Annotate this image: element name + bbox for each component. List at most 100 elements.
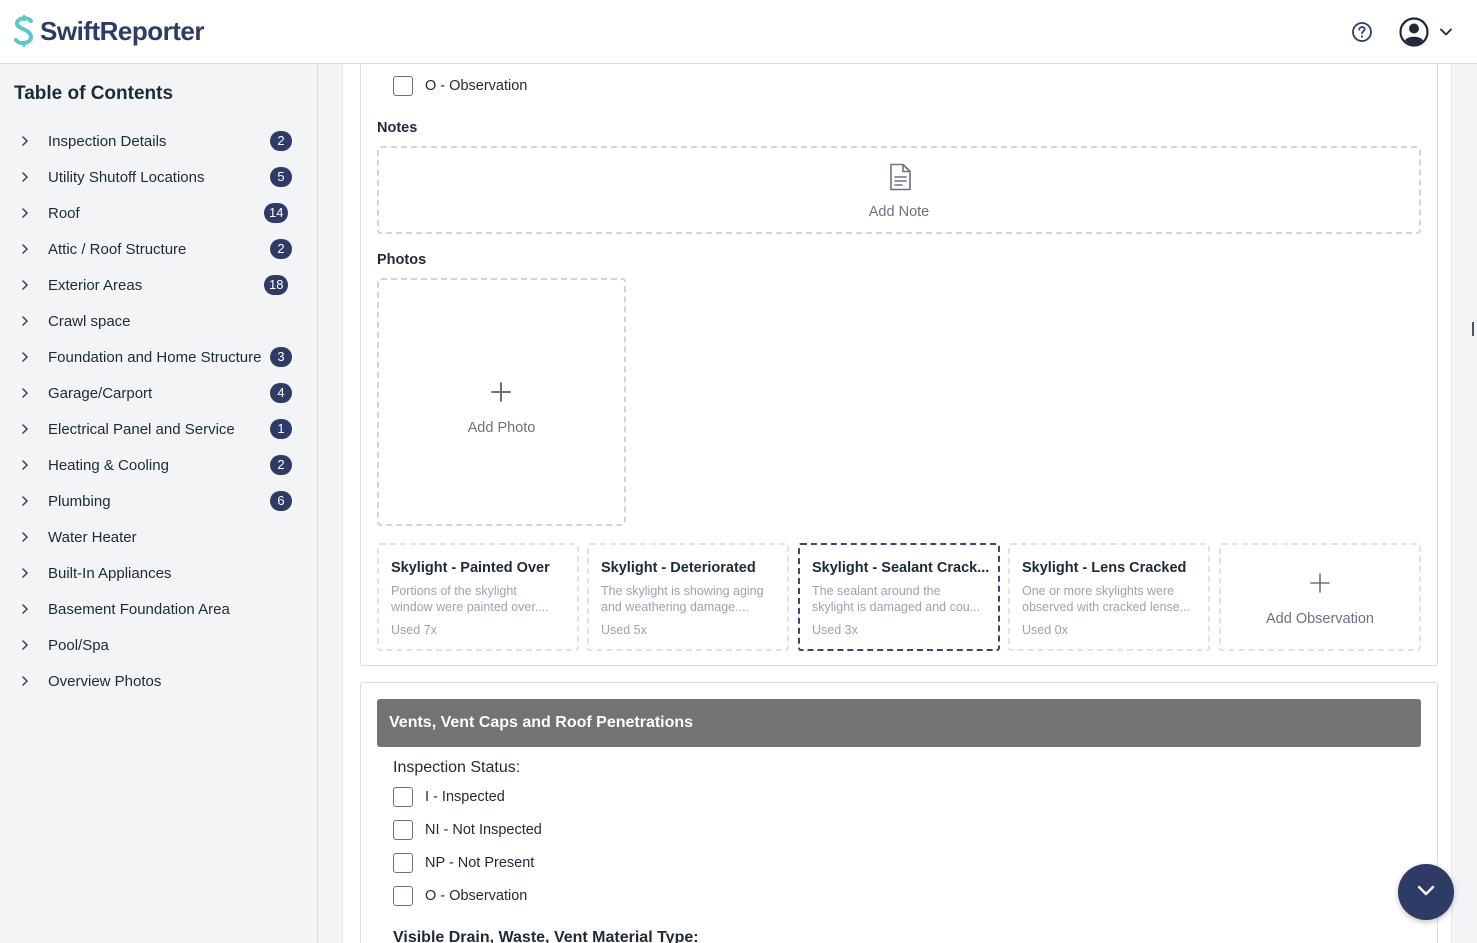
toc-item-label: Electrical Panel and Service: [48, 421, 235, 438]
count-badge: 14: [264, 203, 289, 223]
observation-card[interactable]: Skylight - Lens Cracked One or more skyl…: [1008, 543, 1210, 651]
chevron-right-icon: [22, 244, 29, 254]
toc-item-electrical-panel[interactable]: Electrical Panel and Service 1: [0, 411, 318, 447]
description-line: observed with cracked lense...: [1022, 600, 1191, 614]
chevron-right-icon: [22, 280, 29, 290]
chevron-right-icon: [22, 136, 29, 146]
toc-title: Table of Contents: [14, 83, 174, 104]
observation-card[interactable]: Skylight - Painted Over Portions of the …: [377, 543, 579, 651]
checkbox-label: NI - Not Inspected: [425, 822, 542, 838]
content-column: O - Observation Notes Add Note Photos Ad…: [342, 64, 1452, 943]
status-option-observation: O - Observation: [393, 886, 527, 906]
observation-description: The skylight is showing aging and weathe…: [601, 583, 781, 615]
observation-title: Skylight - Painted Over: [391, 560, 550, 576]
plus-icon: [1310, 573, 1330, 593]
section-header[interactable]: Vents, Vent Caps and Roof Penetrations: [377, 699, 1421, 747]
count-badge: 6: [270, 491, 292, 511]
toc-item-roof[interactable]: Roof 14: [0, 195, 318, 231]
toc-item-label: Attic / Roof Structure: [48, 241, 187, 258]
observation-card[interactable]: Skylight - Sealant Crack... The sealant …: [798, 543, 1000, 651]
observation-checkbox[interactable]: [393, 76, 413, 96]
toc-item-heating-cooling[interactable]: Heating & Cooling 2: [0, 447, 318, 483]
count-badge: 1: [270, 419, 292, 439]
toc-item-label: Overview Photos: [48, 673, 162, 690]
chevron-right-icon: [22, 496, 29, 506]
toc-item-attic-roof-structure[interactable]: Attic / Roof Structure 2: [0, 231, 318, 267]
toc-item-garage-carport[interactable]: Garage/Carport 4: [0, 375, 318, 411]
add-observation-button[interactable]: Add Observation: [1219, 543, 1421, 651]
chevron-right-icon: [22, 424, 29, 434]
count-badge: 2: [270, 131, 292, 151]
toc-item-label: Utility Shutoff Locations: [48, 169, 205, 186]
chevron-right-icon: [22, 568, 29, 578]
count-badge: 2: [270, 455, 292, 475]
chevron-right-icon: [22, 388, 29, 398]
toc-item-inspection-details[interactable]: Inspection Details 2: [0, 123, 318, 159]
toc-item-exterior-areas[interactable]: Exterior Areas 18: [0, 267, 318, 303]
toc-item-plumbing[interactable]: Plumbing 6: [0, 483, 318, 519]
scroll-down-button[interactable]: [1398, 864, 1454, 920]
checkbox-label: I - Inspected: [425, 789, 505, 805]
observation-description: One or more skylights were observed with…: [1022, 583, 1202, 615]
observation-title: Skylight - Sealant Crack...: [812, 560, 990, 576]
add-observation-label: Add Observation: [1265, 611, 1374, 627]
status-option-observation: O - Observation: [393, 76, 527, 96]
description-line: The skylight is showing aging: [601, 584, 764, 598]
photos-label: Photos: [377, 252, 427, 268]
observation-description: Portions of the skylight window were pai…: [391, 583, 571, 615]
toc-item-label: Foundation and Home Structure: [48, 349, 262, 366]
checkbox-label: NP - Not Present: [425, 855, 535, 871]
description-line: window were painted over....: [391, 600, 549, 614]
toc-item-label: Inspection Details: [48, 133, 167, 150]
toc-item-label: Water Heater: [48, 529, 137, 546]
toc-item-crawl-space[interactable]: Crawl space: [0, 303, 318, 339]
vents-section-card: Vents, Vent Caps and Roof Penetrations I…: [360, 682, 1438, 943]
status-option-not-present: NP - Not Present: [393, 853, 534, 873]
not-inspected-checkbox[interactable]: [393, 820, 413, 840]
description-line: Portions of the skylight: [391, 584, 517, 598]
toc-list: Inspection Details 2 Utility Shutoff Loc…: [0, 123, 318, 699]
count-badge: 5: [270, 167, 292, 187]
inspected-checkbox[interactable]: [393, 787, 413, 807]
toc-item-overview-photos[interactable]: Overview Photos: [0, 663, 318, 699]
add-note-label: Add Note: [868, 204, 930, 220]
chevron-down-icon: [1440, 28, 1452, 36]
logo[interactable]: SwiftReporter: [12, 14, 204, 48]
observation-title: Skylight - Lens Cracked: [1022, 560, 1187, 576]
toc-item-label: Crawl space: [48, 313, 131, 330]
inspection-status-label: Inspection Status:: [393, 759, 521, 776]
toc-item-label: Heating & Cooling: [48, 457, 169, 474]
toc-item-label: Basement Foundation Area: [48, 601, 230, 618]
checkbox-label: O - Observation: [425, 888, 528, 904]
toc-item-water-heater[interactable]: Water Heater: [0, 519, 318, 555]
observation-title: Skylight - Deteriorated: [601, 560, 756, 576]
checkbox-label: O - Observation: [425, 78, 528, 94]
section-title: Vents, Vent Caps and Roof Penetrations: [389, 714, 694, 731]
not-present-checkbox[interactable]: [393, 853, 413, 873]
toc-item-basement-foundation-area[interactable]: Basement Foundation Area: [0, 591, 318, 627]
toc-item-pool-spa[interactable]: Pool/Spa: [0, 627, 318, 663]
description-line: skylight is damaged and cou...: [812, 600, 981, 614]
user-menu[interactable]: [1398, 16, 1452, 48]
plus-icon: [491, 382, 511, 402]
toc-item-label: Built-In Appliances: [48, 565, 172, 582]
add-note-button[interactable]: Add Note: [377, 146, 1421, 234]
chevron-right-icon: [22, 640, 29, 650]
toc-item-built-in-appliances[interactable]: Built-In Appliances: [0, 555, 318, 591]
usage-count: Used 5x: [601, 623, 647, 637]
scrollbar-thumb[interactable]: [1472, 322, 1474, 336]
toc-item-foundation-home-structure[interactable]: Foundation and Home Structure 3: [0, 339, 318, 375]
toc-item-label: Roof: [48, 205, 80, 222]
description-line: The sealant around the: [812, 584, 941, 598]
question-circle-icon[interactable]: [1351, 21, 1373, 43]
chevron-right-icon: [22, 604, 29, 614]
add-photo-button[interactable]: Add Photo: [377, 278, 626, 526]
usage-count: Used 3x: [812, 623, 858, 637]
observation-checkbox[interactable]: [393, 886, 413, 906]
observation-card[interactable]: Skylight - Deteriorated The skylight is …: [587, 543, 789, 651]
toc-item-utility-shutoff-locations[interactable]: Utility Shutoff Locations 5: [0, 159, 318, 195]
toc-item-label: Plumbing: [48, 493, 111, 510]
app-name: SwiftReporter: [40, 16, 204, 46]
add-photo-label: Add Photo: [467, 420, 536, 436]
toc-item-label: Pool/Spa: [48, 637, 109, 654]
